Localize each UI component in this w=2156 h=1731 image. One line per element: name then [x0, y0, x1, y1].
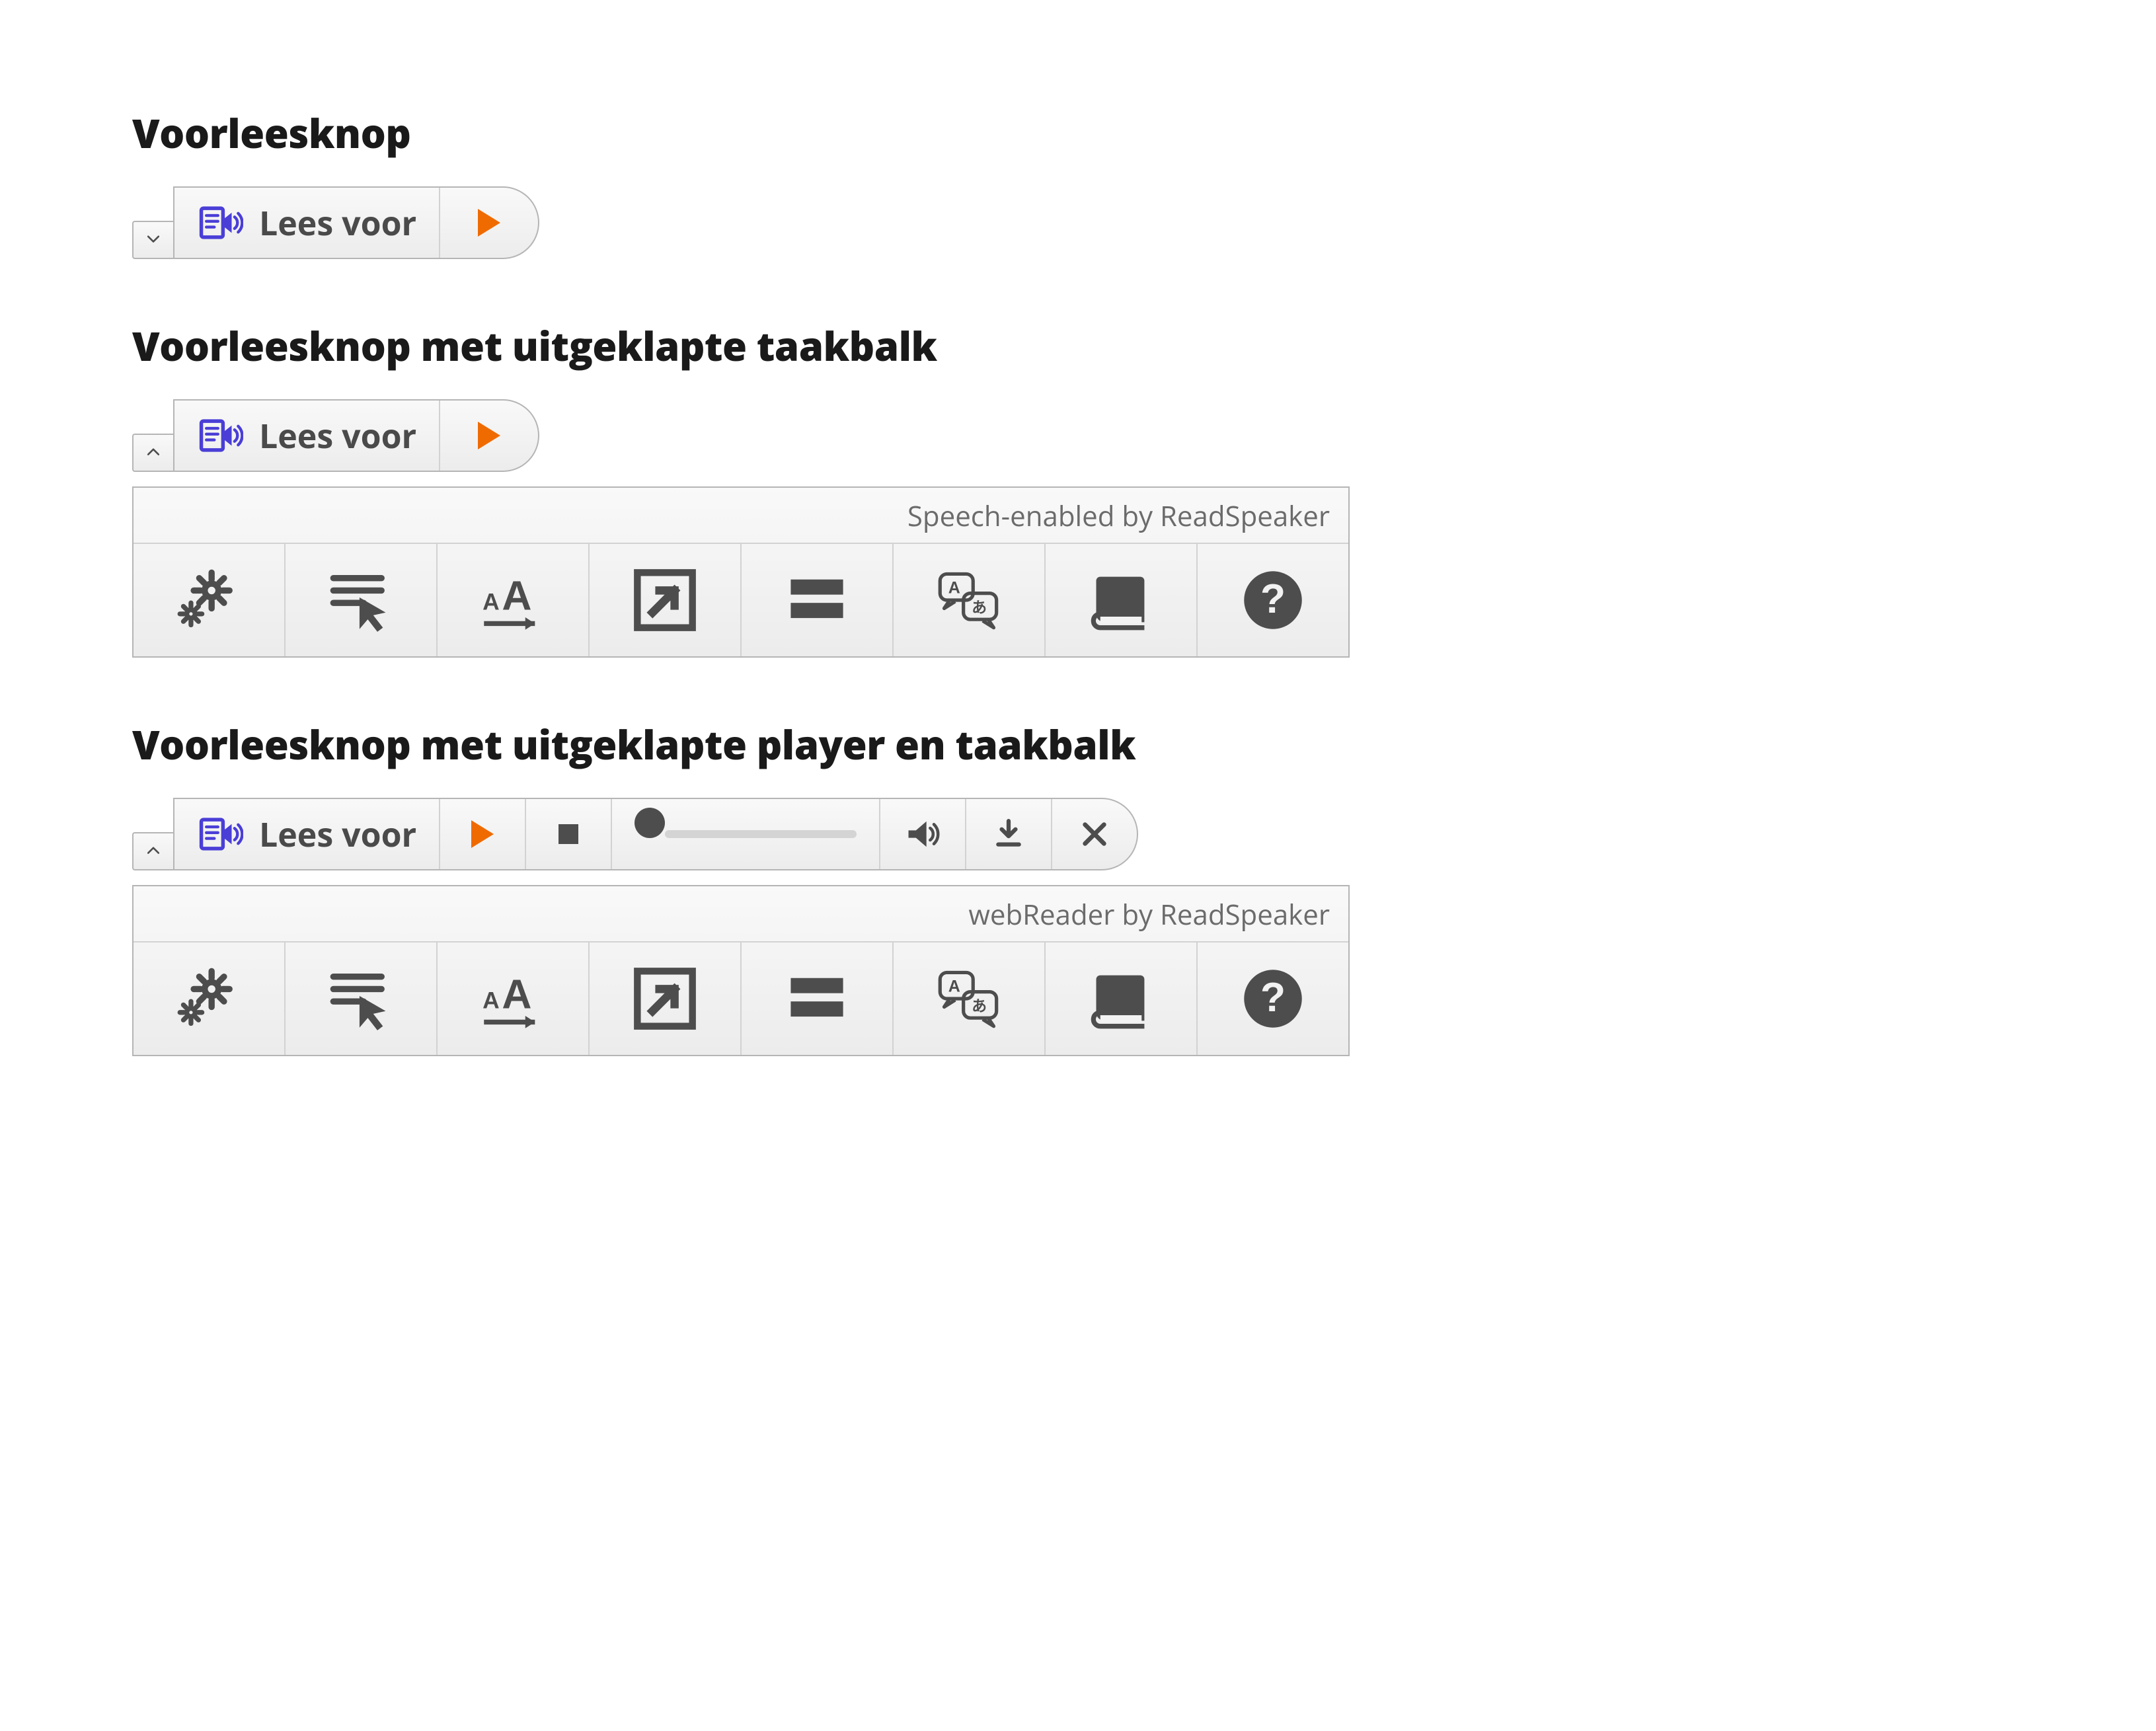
tool-dictionary[interactable] [1044, 544, 1196, 656]
listen-label: Lees voor [259, 200, 416, 245]
gears-icon [176, 567, 242, 633]
volume-icon [905, 817, 940, 851]
tool-enlarge-text[interactable] [436, 942, 588, 1055]
listen-button-with-player: Lees voor [132, 798, 2024, 870]
help-icon [1240, 567, 1306, 633]
popup-arrow-icon [632, 966, 698, 1032]
enlarge-text-icon [480, 966, 546, 1032]
play-button[interactable] [439, 401, 538, 471]
listen-label: Lees voor [259, 812, 416, 857]
progress-slider[interactable] [611, 799, 879, 869]
gears-icon [176, 966, 242, 1032]
section-voorleesknop-player-taakbalk: Voorleesknop met uitgeklapte player en t… [132, 717, 2024, 1056]
section-voorleesknop: Voorleesknop Lees voor [132, 106, 2024, 259]
page-mask-icon [784, 966, 850, 1032]
chevron-up-icon [145, 444, 162, 461]
expander-toggle[interactable] [132, 434, 173, 472]
section-title-1: Voorleesknop [132, 106, 2024, 160]
toolbar: Speech-enabled by ReadSpeaker [132, 486, 1350, 658]
tool-dictionary[interactable] [1044, 942, 1196, 1055]
player-pill: Lees voor [173, 798, 1138, 870]
expander-toggle[interactable] [132, 832, 173, 870]
tool-text-mode[interactable] [588, 544, 740, 656]
section-voorleesknop-taakbalk: Voorleesknop met uitgeklapte taakbalk Le… [132, 319, 2024, 658]
book-icon [1088, 567, 1154, 633]
enlarge-text-icon [480, 567, 546, 633]
chevron-up-icon [145, 843, 162, 860]
listen-button-collapsed: Lees voor [132, 186, 2024, 259]
readspeaker-icon [197, 811, 243, 857]
section-title-3: Voorleesknop met uitgeklapte player en t… [132, 717, 2024, 771]
toolbar: webReader by ReadSpeaker [132, 885, 1350, 1056]
volume-button[interactable] [879, 799, 965, 869]
stop-icon [553, 819, 584, 849]
slider-thumb[interactable] [635, 808, 665, 838]
tool-page-mask[interactable] [740, 544, 892, 656]
listen-button[interactable]: Lees voor [174, 401, 439, 471]
tool-click-to-listen[interactable] [284, 544, 436, 656]
play-icon [474, 208, 504, 238]
book-icon [1088, 966, 1154, 1032]
tool-help[interactable] [1196, 942, 1348, 1055]
tool-translate[interactable] [892, 942, 1044, 1055]
page-mask-icon [784, 567, 850, 633]
listen-button[interactable]: Lees voor [174, 799, 439, 869]
toolbar-row [134, 544, 1348, 656]
help-icon [1240, 966, 1306, 1032]
play-icon [467, 819, 498, 849]
tool-text-mode[interactable] [588, 942, 740, 1055]
play-button[interactable] [439, 799, 525, 869]
play-button[interactable] [439, 188, 538, 258]
listen-label: Lees voor [259, 413, 416, 458]
chevron-down-icon [145, 231, 162, 249]
readspeaker-icon [197, 200, 243, 246]
close-icon [1080, 820, 1109, 849]
play-icon [474, 420, 504, 451]
slider-track[interactable] [665, 830, 857, 838]
toolbar-credit: webReader by ReadSpeaker [134, 886, 1348, 942]
tool-click-to-listen[interactable] [284, 942, 436, 1055]
download-icon [993, 818, 1024, 850]
listen-button-expanded: Lees voor [132, 399, 2024, 472]
listen-pill: Lees voor [173, 186, 539, 259]
tool-translate[interactable] [892, 544, 1044, 656]
tool-settings[interactable] [134, 544, 284, 656]
toolbar-row [134, 942, 1348, 1055]
download-button[interactable] [965, 799, 1051, 869]
translate-icon [936, 567, 1002, 633]
popup-arrow-icon [632, 567, 698, 633]
listen-pill: Lees voor [173, 399, 539, 472]
toolbar-credit: Speech-enabled by ReadSpeaker [134, 488, 1348, 544]
translate-icon [936, 966, 1002, 1032]
stop-button[interactable] [525, 799, 611, 869]
tool-settings[interactable] [134, 942, 284, 1055]
text-cursor-icon [328, 966, 394, 1032]
text-cursor-icon [328, 567, 394, 633]
expander-toggle[interactable] [132, 221, 173, 259]
listen-button[interactable]: Lees voor [174, 188, 439, 258]
tool-help[interactable] [1196, 544, 1348, 656]
section-title-2: Voorleesknop met uitgeklapte taakbalk [132, 319, 2024, 373]
tool-page-mask[interactable] [740, 942, 892, 1055]
close-button[interactable] [1051, 799, 1137, 869]
tool-enlarge-text[interactable] [436, 544, 588, 656]
readspeaker-icon [197, 412, 243, 459]
